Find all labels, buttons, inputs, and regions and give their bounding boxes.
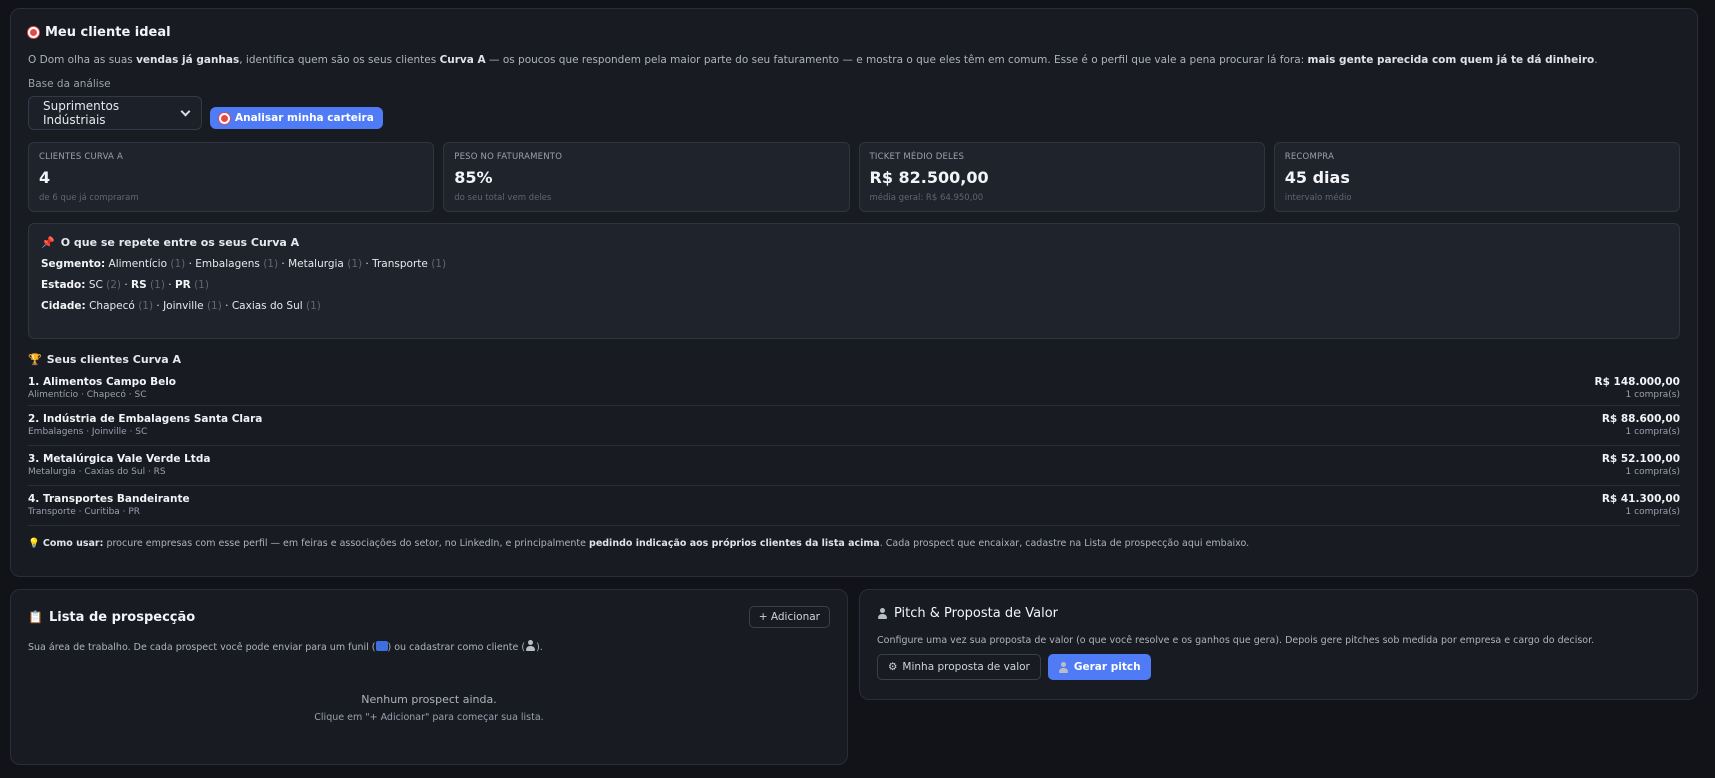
target-icon (28, 27, 39, 38)
stats-row: Clientes Curva A 4 de 6 que já compraram… (28, 142, 1680, 212)
pitch-title: Pitch & Proposta de Valor (894, 606, 1058, 621)
list-item: 3. Metalúrgica Vale Verde Ltda Metalurgi… (28, 446, 1680, 486)
common-traits-title: O que se repete entre os seus Curva A (60, 236, 300, 249)
how-to-use-tip: 💡 Como usar: procure empresas com esse p… (28, 538, 1250, 549)
prospect-list-title: Lista de prospecção (48, 609, 196, 625)
presenter-icon (1058, 661, 1069, 673)
clients-list: 1. Alimentos Campo Belo Alimentício · Ch… (28, 366, 1680, 526)
prospect-description: Sua área de trabalho. De cada prospect v… (28, 640, 543, 653)
base-label: Base da análise (28, 78, 111, 90)
ideal-client-description: O Dom olha as suas vendas já ganhas, ide… (28, 54, 1598, 66)
value-proposition-button[interactable]: ⚙ Minha proposta de valor (877, 654, 1041, 680)
person-icon (877, 608, 888, 619)
city-row: Cidade: Chapecó (1) · Joinville (1) · Ca… (41, 300, 321, 312)
common-traits-panel: 📌 O que se repete entre os seus Curva A … (28, 223, 1680, 339)
list-item: 4. Transportes Bandeirante Transporte · … (28, 486, 1680, 526)
empty-state: Nenhum prospect ainda. Clique em "+ Adic… (314, 693, 544, 723)
stat-card-clients: Clientes Curva A 4 de 6 que já compraram (28, 142, 435, 212)
stat-card-ticket: Ticket médio deles R$ 82.500,00 média ge… (858, 142, 1265, 212)
pitch-card: Pitch & Proposta de Valor Configure uma … (859, 589, 1698, 700)
state-row: Estado: SC (2) · RS (1) · PR (1) (41, 279, 209, 291)
gear-icon: ⚙ (888, 661, 898, 673)
trophy-icon: 🏆 (28, 353, 42, 366)
add-prospect-button[interactable]: + Adicionar (748, 606, 830, 628)
list-item: 2. Indústria de Embalagens Santa Clara E… (28, 406, 1680, 446)
prospect-list-card: 📋 Lista de prospecção + Adicionar Sua ár… (10, 589, 848, 765)
clipboard-icon: 📋 (28, 610, 43, 624)
analyze-portfolio-button[interactable]: Analisar minha carteira (210, 107, 383, 129)
base-select[interactable]: Suprimentos Indústriais (28, 96, 202, 130)
ideal-client-card: Meu cliente ideal O Dom olha as suas ven… (10, 8, 1698, 577)
funnel-arrow-icon (375, 641, 388, 651)
clients-title: Seus clientes Curva A (46, 353, 182, 366)
person-icon (525, 640, 536, 651)
generate-pitch-button[interactable]: Gerar pitch (1047, 654, 1151, 680)
segment-row: Segmento: Alimentício (1) · Embalagens (… (41, 258, 447, 270)
ideal-client-title: Meu cliente ideal (45, 25, 171, 40)
list-item: 1. Alimentos Campo Belo Alimentício · Ch… (28, 366, 1680, 406)
stat-card-revenue-share: Peso no faturamento 85% do seu total vem… (443, 142, 850, 212)
target-icon (219, 112, 230, 124)
lightbulb-icon: 💡 (28, 538, 40, 549)
pin-icon: 📌 (41, 236, 55, 249)
ideal-client-title-row: Meu cliente ideal (28, 25, 1680, 40)
pitch-description: Configure uma vez sua proposta de valor … (877, 635, 1595, 646)
chevron-down-icon (180, 106, 191, 116)
base-select-value: Suprimentos Indústriais (43, 99, 120, 127)
stat-card-repurchase: Recompra 45 dias intervalo médio (1273, 142, 1680, 212)
